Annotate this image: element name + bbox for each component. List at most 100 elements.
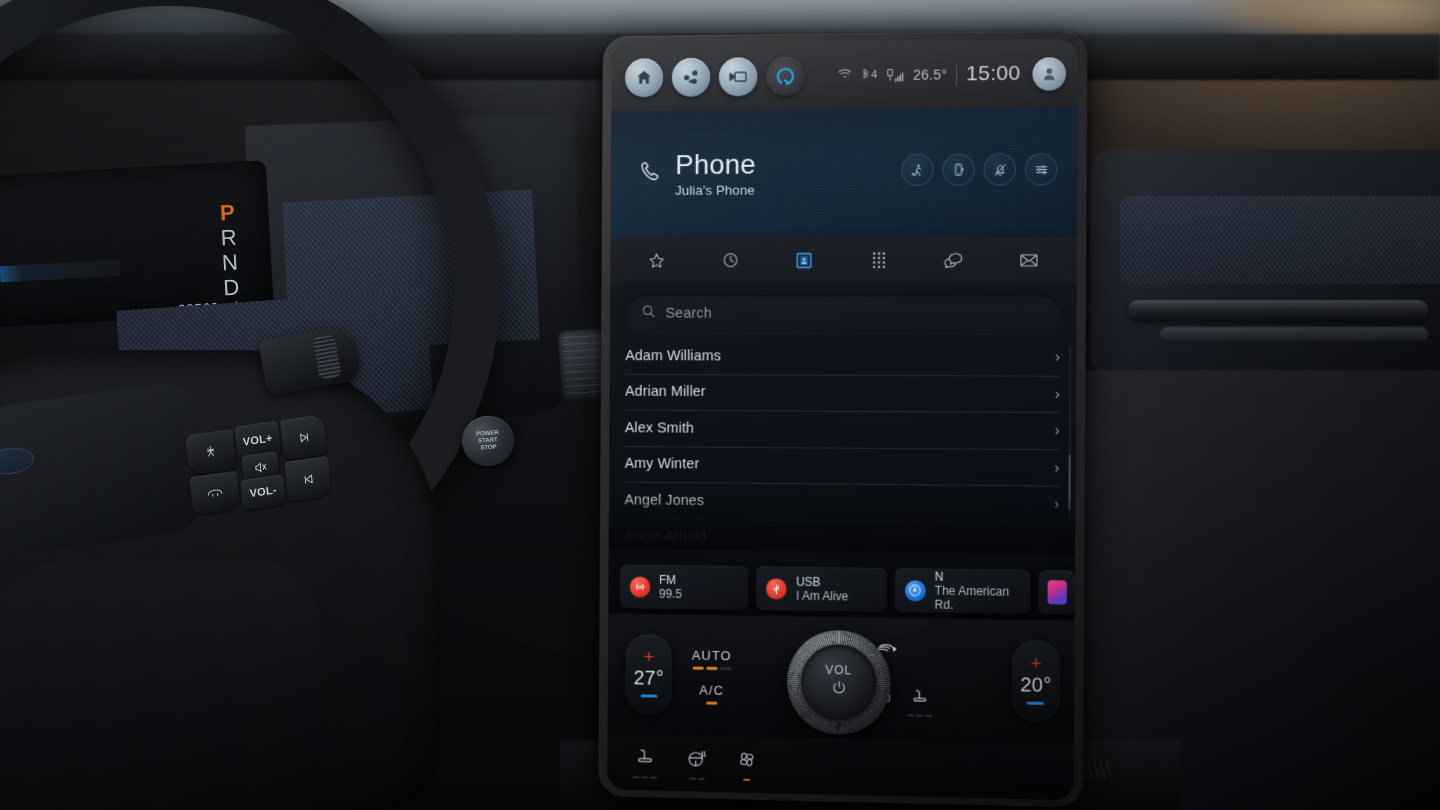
- indicator-bar: [720, 666, 731, 670]
- steering-wheel-control-pad[interactable]: VOL+ VOL-: [181, 403, 332, 522]
- app-title-block: Phone Julia's Phone: [675, 149, 756, 197]
- chevron-right-icon: ›: [1054, 422, 1060, 440]
- usb-icon: [766, 577, 788, 600]
- driving-mode-icon[interactable]: [901, 153, 934, 186]
- tab-voicemail[interactable]: [991, 237, 1067, 283]
- heated-seat-icon: [635, 747, 656, 773]
- cellular-signal-icon: [886, 68, 904, 82]
- outside-temperature: 26.5°: [913, 66, 948, 83]
- tab-messages[interactable]: [916, 237, 991, 283]
- passenger-temperature-control[interactable]: + 20°: [1011, 639, 1061, 724]
- alexa-icon[interactable]: [766, 56, 805, 96]
- radio-icon: [629, 576, 651, 598]
- volume-knob[interactable]: VOL: [786, 629, 891, 736]
- search-placeholder: Search: [665, 305, 712, 322]
- table-row[interactable]: Alex Smith ›: [624, 410, 1060, 450]
- swc-voice-button[interactable]: [184, 428, 237, 476]
- heated-steering-wheel-icon: [686, 748, 707, 774]
- driver-temperature-value: 27°: [633, 667, 665, 690]
- passenger-heated-seat-button[interactable]: [907, 687, 933, 717]
- indicator-bar: [916, 714, 924, 717]
- search-container: Search: [610, 283, 1077, 339]
- contacts-panel: Search Adam Williams › Adrian Miller › A…: [608, 282, 1077, 555]
- bell-off-icon[interactable]: [983, 153, 1016, 186]
- passenger-temperature-value: 20°: [1020, 674, 1052, 698]
- clock-time: 15:00: [966, 61, 1021, 86]
- fan-speed-button[interactable]: [736, 749, 757, 781]
- nav-direction: N: [934, 569, 944, 584]
- temp-decrease-button[interactable]: [640, 694, 657, 698]
- temp-increase-button[interactable]: +: [643, 647, 654, 668]
- media-card-navigation[interactable]: N The American Rd.: [894, 568, 1031, 615]
- tab-contacts[interactable]: [767, 237, 841, 283]
- search-icon: [641, 304, 656, 324]
- app-header: Phone Julia's Phone: [610, 107, 1078, 238]
- user-avatar-icon[interactable]: [1032, 56, 1067, 91]
- app-title-group: Phone Julia's Phone: [638, 149, 756, 198]
- power-icon[interactable]: [830, 679, 847, 701]
- media-cast-icon[interactable]: [718, 56, 758, 96]
- indicator-bar: [743, 778, 751, 781]
- indicator-bar: [925, 714, 933, 717]
- driver-temperature-control[interactable]: + 27°: [625, 633, 673, 716]
- indicator-bar: [706, 701, 717, 705]
- auto-level-indicator: [692, 666, 731, 670]
- seat-level-indicator: [907, 714, 933, 717]
- steering-wheel-level-indicator: [688, 777, 705, 780]
- start-button-label: POWER START STOP: [475, 429, 499, 452]
- swc-phone-button[interactable]: [189, 470, 241, 516]
- device-icon[interactable]: [942, 153, 975, 186]
- chevron-right-icon: ›: [1054, 385, 1061, 403]
- header-actions: [901, 153, 1058, 192]
- indicator-bar: [697, 777, 705, 780]
- media-card-app[interactable]: [1038, 569, 1076, 615]
- media-card-text: USB I Am Alive: [796, 575, 848, 604]
- auto-climate-button[interactable]: AUTO: [692, 647, 732, 670]
- table-row[interactable]: Adam Williams ›: [625, 338, 1061, 377]
- table-row[interactable]: Adrian Miller ›: [625, 374, 1061, 414]
- center-touchscreen-bezel: 4 26.5° 15:00 Phone Julia's Phone Search…: [598, 30, 1088, 808]
- indicator-bar: [641, 776, 649, 779]
- indicator-bar: [688, 777, 696, 780]
- home-icon[interactable]: [624, 57, 664, 97]
- contact-list: Adam Williams › Adrian Miller › Alex Smi…: [609, 338, 1077, 555]
- tab-keypad[interactable]: [841, 237, 916, 283]
- heated-seat-button[interactable]: [632, 747, 658, 779]
- volume-label: VOL: [825, 663, 853, 678]
- scrollbar-thumb[interactable]: [1068, 454, 1071, 511]
- chevron-right-icon: ›: [1054, 495, 1060, 514]
- ac-button[interactable]: A/C: [699, 682, 724, 705]
- contact-name: Adrian Miller: [625, 384, 706, 401]
- bluetooth-4-icon: 4: [861, 68, 877, 82]
- fan-icon: [736, 749, 757, 775]
- volume-knob-face[interactable]: VOL: [800, 643, 877, 721]
- temp-increase-button[interactable]: +: [1030, 653, 1041, 674]
- air-vent-right-upper: [1128, 300, 1428, 320]
- status-divider: [955, 63, 958, 86]
- indicator-bar: [907, 714, 915, 717]
- table-row[interactable]: Amy Winter ›: [624, 446, 1060, 487]
- indicator-bar: [650, 776, 657, 779]
- table-row[interactable]: Angel Jones ›: [624, 482, 1060, 524]
- contact-name: Angel Jones: [624, 492, 705, 509]
- settings-sliders-icon[interactable]: [1024, 153, 1058, 186]
- media-source-detail: 99.5: [658, 586, 682, 601]
- heated-steering-wheel-button[interactable]: [686, 748, 707, 780]
- swc-prev-track-button[interactable]: [284, 455, 332, 502]
- apps-icon[interactable]: [671, 57, 711, 97]
- search-input[interactable]: Search: [625, 294, 1061, 334]
- temp-decrease-button[interactable]: [1027, 701, 1045, 705]
- bottom-control-row: [607, 734, 1075, 801]
- media-card-fm[interactable]: FM 99.5: [619, 564, 749, 610]
- swc-volume-down-button[interactable]: VOL-: [239, 474, 287, 511]
- tab-recents[interactable]: [693, 237, 767, 283]
- swc-next-track-button[interactable]: [279, 414, 328, 461]
- air-vent-right-lower: [1160, 327, 1428, 341]
- media-card-usb[interactable]: USB I Am Alive: [756, 566, 887, 612]
- fan-level-indicator: [743, 778, 751, 781]
- tab-favorites[interactable]: [620, 237, 693, 283]
- ac-level-indicator: [706, 701, 717, 705]
- indicator-bar: [632, 776, 640, 779]
- auto-label: AUTO: [691, 647, 732, 663]
- media-source-strip: FM 99.5 USB I Am Alive N The American Rd…: [608, 548, 1076, 621]
